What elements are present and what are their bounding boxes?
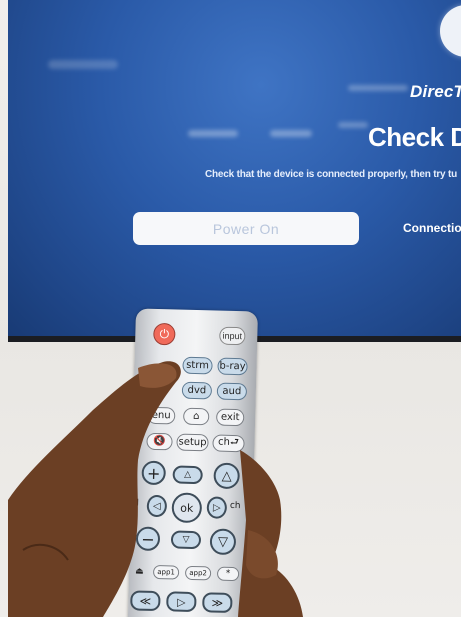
screen-reflection [338,122,368,128]
screen-headline: Check Devi [368,122,461,152]
hand [8,361,303,617]
screen-subtext: Check that the device is connected prope… [205,169,458,180]
power-icon[interactable]: ⏻ [153,322,176,346]
screen-reflection [270,130,312,137]
photo: DirecTV Check Devi Check that the device… [0,0,461,617]
brand-name: DirecTV [410,82,461,101]
screen-reflection [348,85,408,91]
power-on-button[interactable]: Power On [133,212,359,245]
connection-button[interactable]: Connection [403,221,461,235]
tv-screen: DirecTV Check Devi Check that the device… [8,0,461,340]
brand-logo-icon [440,5,461,57]
screen-reflection [188,130,238,137]
input-button[interactable]: input [219,326,246,346]
screen-reflection [48,60,118,69]
